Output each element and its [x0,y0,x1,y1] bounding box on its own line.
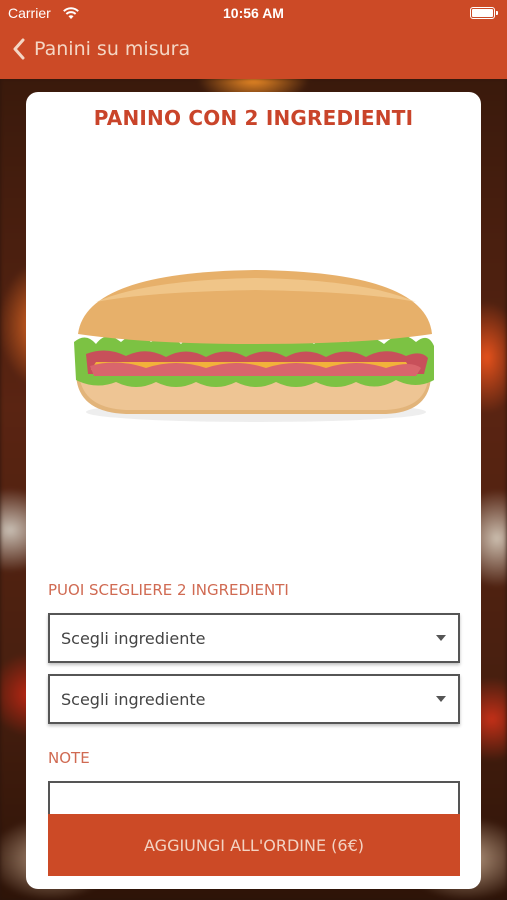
top-bar: Carrier 10:56 AM Panini su misura [0,0,507,79]
ingredient-select-1-value: Scegli ingrediente [61,628,206,648]
product-title: PANINO CON 2 INGREDIENTI [93,106,414,130]
status-bar: Carrier 10:56 AM [0,0,507,28]
ingredient-select-2[interactable]: Scegli ingrediente [48,674,460,724]
choose-ingredients-label: PUOI SCEGLIERE 2 INGREDIENTI [48,581,289,599]
add-to-order-label: AGGIUNGI ALL'ORDINE (6€) [144,835,364,855]
ingredient-select-2-value: Scegli ingrediente [61,689,206,709]
sandwich-image [66,262,441,432]
product-card: PANINO CON 2 INGREDIENTI PUOI SCEGLIERE … [26,92,481,889]
chevron-left-icon [13,38,25,60]
ingredient-select-1[interactable]: Scegli ingrediente [48,613,460,663]
back-button[interactable]: Panini su misura [12,38,190,60]
note-label: NOTE [48,749,90,767]
dropdown-caret-icon [436,635,446,641]
dropdown-caret-icon [436,696,446,702]
clock: 10:56 AM [223,5,284,21]
add-to-order-button[interactable]: AGGIUNGI ALL'ORDINE (6€) [48,814,460,876]
back-label: Panini su misura [34,38,191,60]
battery-icon [470,7,498,19]
navigation-bar: Panini su misura [0,28,507,78]
